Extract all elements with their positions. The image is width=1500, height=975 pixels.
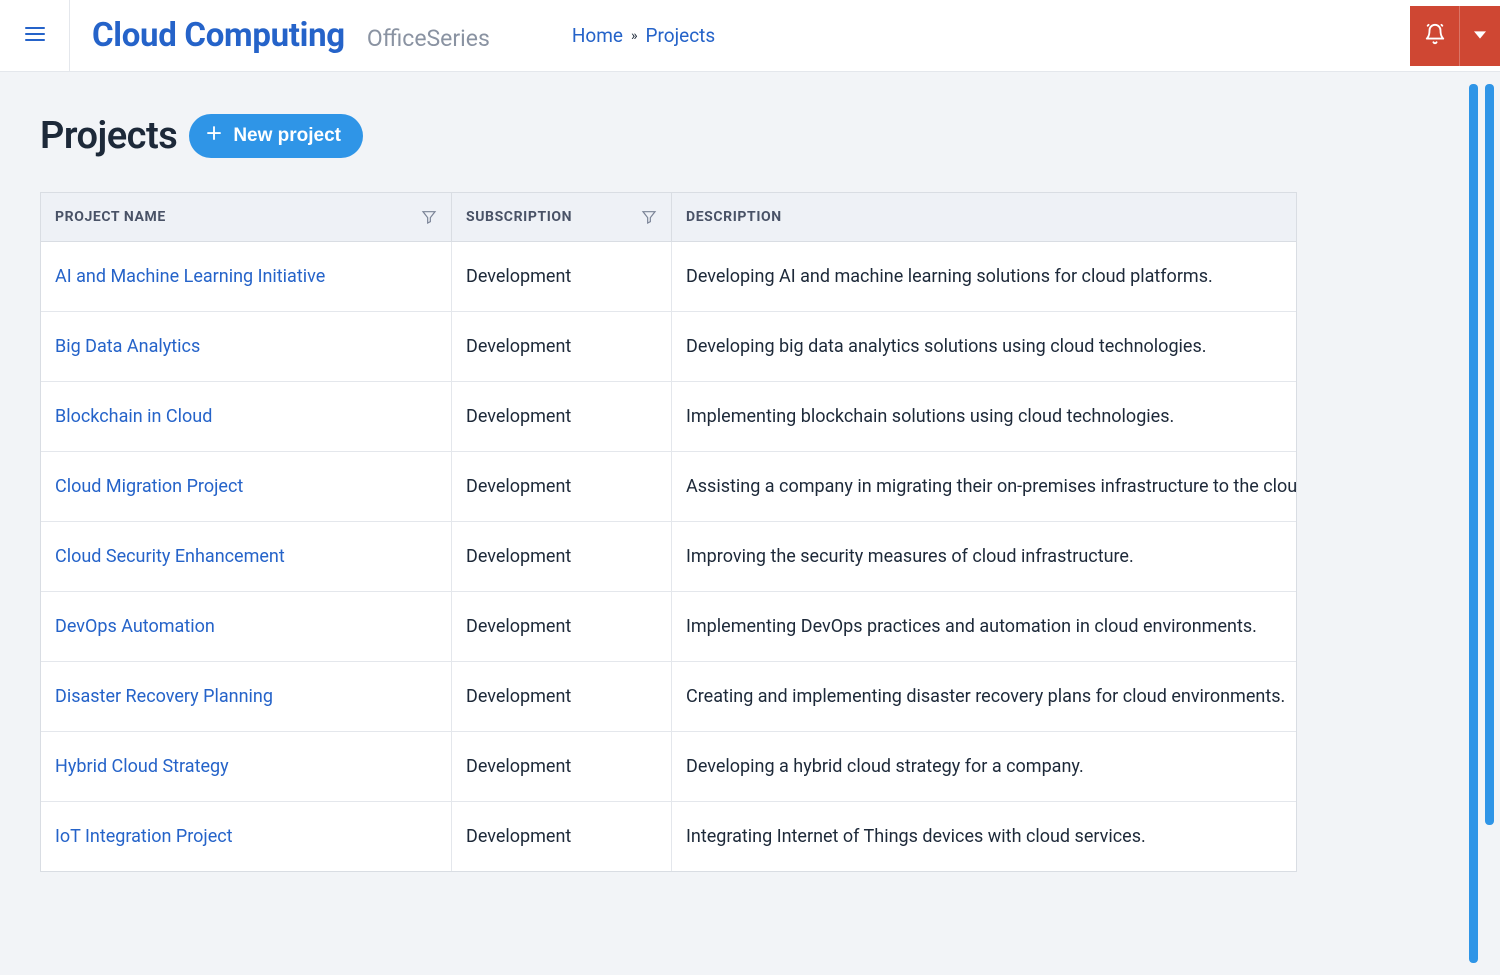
new-project-button[interactable]: New project	[189, 114, 363, 158]
project-link[interactable]: Blockchain in Cloud	[55, 406, 212, 427]
col-header-label: Project Name	[55, 209, 166, 225]
cell-project-name: IoT Integration Project	[41, 801, 451, 871]
notifications-dropdown-toggle[interactable]	[1460, 6, 1500, 66]
cell-subscription: Development	[451, 521, 671, 591]
project-link[interactable]: Cloud Migration Project	[55, 476, 243, 497]
filter-icon[interactable]	[421, 209, 437, 225]
project-link[interactable]: Disaster Recovery Planning	[55, 686, 273, 707]
cell-description: Implementing DevOps practices and automa…	[671, 591, 1296, 661]
projects-table: Project Name Subscription	[40, 192, 1297, 872]
cell-subscription: Development	[451, 731, 671, 801]
col-header-label: Description	[686, 209, 782, 225]
cell-subscription: Development	[451, 381, 671, 451]
caret-down-icon	[1474, 26, 1486, 45]
scrollbar-thumb[interactable]	[1469, 84, 1478, 963]
cell-project-name: AI and Machine Learning Initiative	[41, 242, 451, 311]
col-header-label: Subscription	[466, 209, 572, 225]
topbar-right	[1410, 6, 1500, 66]
plus-icon	[205, 124, 223, 148]
brand-block: Cloud Computing OfficeSeries	[70, 16, 490, 55]
col-header-description[interactable]: Description	[671, 193, 1296, 242]
brand-title[interactable]: Cloud Computing	[92, 16, 345, 55]
cell-subscription: Development	[451, 242, 671, 311]
filter-icon[interactable]	[641, 209, 657, 225]
breadcrumb: Home » Projects	[572, 24, 715, 47]
cell-description: Integrating Internet of Things devices w…	[671, 801, 1296, 871]
col-header-project-name[interactable]: Project Name	[41, 193, 451, 242]
table-row: Hybrid Cloud Strategy DevelopmentDevelopi…	[41, 731, 1296, 801]
cell-project-name: Cloud Security Enhancement	[41, 521, 451, 591]
cell-description: Improving the security measures of cloud…	[671, 521, 1296, 591]
table-row: Cloud Migration Project DevelopmentAssist…	[41, 451, 1296, 521]
hamburger-icon	[23, 22, 47, 50]
table-row: Disaster Recovery Planning DevelopmentCre…	[41, 661, 1296, 731]
table-row: Big Data Analytics DevelopmentDeveloping …	[41, 311, 1296, 381]
cell-description: Developing a hybrid cloud strategy for a…	[671, 731, 1296, 801]
bell-icon	[1424, 23, 1446, 49]
hamburger-wrap	[0, 0, 70, 71]
project-link[interactable]: DevOps Automation	[55, 616, 215, 637]
project-link[interactable]: Hybrid Cloud Strategy	[55, 756, 229, 777]
table-row: DevOps Automation DevelopmentImplementing…	[41, 591, 1296, 661]
table-row: AI and Machine Learning Initiative Develo…	[41, 242, 1296, 311]
breadcrumb-current[interactable]: Projects	[646, 24, 716, 47]
cell-description: Implementing blockchain solutions using …	[671, 381, 1296, 451]
cell-project-name: Disaster Recovery Planning	[41, 661, 451, 731]
notifications-button[interactable]	[1410, 6, 1460, 66]
table-row: Blockchain in Cloud DevelopmentImplementi…	[41, 381, 1296, 451]
cell-subscription: Development	[451, 661, 671, 731]
cell-description: Creating and implementing disaster recov…	[671, 661, 1296, 731]
table-row: Cloud Security Enhancement DevelopmentImp…	[41, 521, 1296, 591]
scrollbar-thumb[interactable]	[1485, 84, 1494, 825]
new-project-label: New project	[233, 125, 341, 147]
project-link[interactable]: IoT Integration Project	[55, 826, 233, 847]
page-head: Projects New project	[40, 114, 1460, 158]
content-area: Projects New project Project Name	[0, 72, 1500, 975]
project-link[interactable]: Big Data Analytics	[55, 336, 200, 357]
brand-subtitle: OfficeSeries	[367, 25, 490, 52]
table-row: IoT Integration Project DevelopmentIntegr…	[41, 801, 1296, 871]
cell-project-name: Big Data Analytics	[41, 311, 451, 381]
cell-project-name: Hybrid Cloud Strategy	[41, 731, 451, 801]
cell-description: Developing big data analytics solutions …	[671, 311, 1296, 381]
breadcrumb-separator: »	[631, 28, 638, 44]
cell-subscription: Development	[451, 311, 671, 381]
menu-toggle-button[interactable]	[17, 18, 53, 54]
topbar: Cloud Computing OfficeSeries Home » Proj…	[0, 0, 1500, 72]
project-link[interactable]: AI and Machine Learning Initiative	[55, 266, 325, 287]
cell-subscription: Development	[451, 451, 671, 521]
breadcrumb-home[interactable]: Home	[572, 24, 623, 47]
page-title: Projects	[40, 114, 177, 158]
cell-subscription: Development	[451, 801, 671, 871]
cell-description: Developing AI and machine learning solut…	[671, 242, 1296, 311]
cell-project-name: Cloud Migration Project	[41, 451, 451, 521]
cell-project-name: Blockchain in Cloud	[41, 381, 451, 451]
project-link[interactable]: Cloud Security Enhancement	[55, 546, 285, 567]
cell-subscription: Development	[451, 591, 671, 661]
table-header-row: Project Name Subscription	[41, 193, 1296, 242]
col-header-subscription[interactable]: Subscription	[451, 193, 671, 242]
cell-description: Assisting a company in migrating their o…	[671, 451, 1296, 521]
cell-project-name: DevOps Automation	[41, 591, 451, 661]
